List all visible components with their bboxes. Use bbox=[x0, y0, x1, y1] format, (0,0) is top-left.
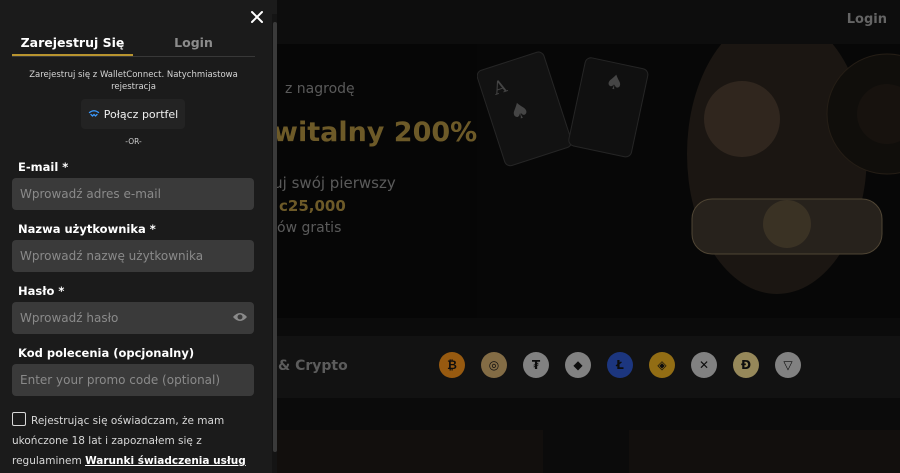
connect-wallet-label: Połącz portfel bbox=[103, 107, 179, 121]
close-icon[interactable] bbox=[247, 7, 267, 27]
tab-login[interactable]: Login bbox=[133, 33, 254, 56]
password-label: Hasło * bbox=[18, 284, 65, 298]
or-divider: -OR- bbox=[125, 137, 142, 146]
terms-text: Rejestrując się oświadczam, że mam ukońc… bbox=[12, 411, 257, 471]
username-label: Nazwa użytkownika * bbox=[18, 222, 156, 236]
show-password-icon[interactable] bbox=[232, 311, 248, 323]
walletconnect-icon bbox=[88, 110, 99, 117]
registration-modal: Zarejestruj Się Login Zarejestruj się z … bbox=[0, 0, 277, 473]
connect-wallet-button[interactable]: Połącz portfel bbox=[81, 99, 185, 129]
terms-link[interactable]: Warunki świadczenia usług bbox=[85, 455, 246, 467]
promo-code-field[interactable] bbox=[12, 364, 254, 396]
scrollbar-thumb[interactable] bbox=[273, 22, 277, 452]
auth-tabs: Zarejestruj Się Login bbox=[12, 33, 255, 57]
referral-label: Kod polecenia (opcjonalny) bbox=[18, 346, 195, 360]
email-field[interactable] bbox=[12, 178, 254, 210]
walletconnect-intro: Zarejestruj się z WalletConnect. Natychm… bbox=[29, 70, 238, 92]
tab-register[interactable]: Zarejestruj Się bbox=[12, 33, 133, 56]
email-label: E-mail * bbox=[18, 160, 69, 174]
password-field[interactable] bbox=[12, 302, 254, 334]
username-field[interactable] bbox=[12, 240, 254, 272]
